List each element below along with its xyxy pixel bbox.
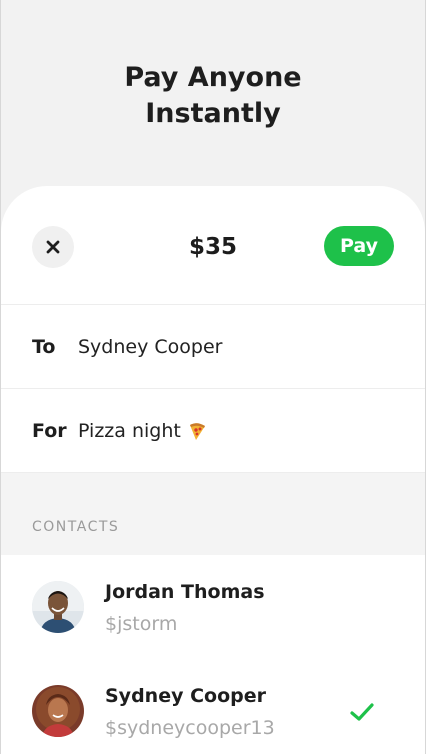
avatar (32, 685, 84, 737)
close-button[interactable] (32, 226, 74, 268)
contacts-title: CONTACTS (32, 519, 120, 535)
contact-handle: $sydneycooper13 (105, 717, 275, 739)
to-label: To (32, 336, 56, 358)
pay-button[interactable]: Pay (324, 226, 394, 266)
payment-top-bar: $35 Pay (1, 186, 425, 305)
contact-name: Jordan Thomas (105, 581, 265, 603)
avatar-portrait-sydney (32, 685, 84, 737)
to-recipient: Sydney Cooper (78, 336, 223, 358)
for-label: For (32, 420, 67, 442)
contact-name: Sydney Cooper (105, 685, 266, 707)
contact-row[interactable]: Sydney Cooper $sydneycooper13 (1, 659, 425, 754)
hero-line-1: Pay Anyone (124, 62, 302, 93)
for-field-row[interactable]: For Pizza night (1, 389, 425, 473)
checkmark-icon (350, 703, 374, 721)
avatar (32, 581, 84, 633)
hero-line-2: Instantly (145, 98, 281, 129)
contact-row[interactable]: Jordan Thomas $jstorm (1, 555, 425, 659)
close-icon (46, 240, 60, 254)
hero-heading: Pay Anyone Instantly (0, 60, 426, 132)
contact-handle: $jstorm (105, 613, 178, 635)
to-value[interactable]: Sydney Cooper (78, 336, 222, 358)
for-note: Pizza night (78, 420, 181, 442)
payment-sheet: $35 Pay To Sydney Cooper For Pizza night… (1, 186, 425, 754)
to-field-row[interactable]: To Sydney Cooper (1, 305, 425, 389)
pizza-icon (189, 423, 205, 440)
contacts-section-header: CONTACTS (1, 473, 425, 555)
avatar-portrait-jordan (32, 581, 84, 633)
for-value[interactable]: Pizza night (78, 420, 207, 442)
